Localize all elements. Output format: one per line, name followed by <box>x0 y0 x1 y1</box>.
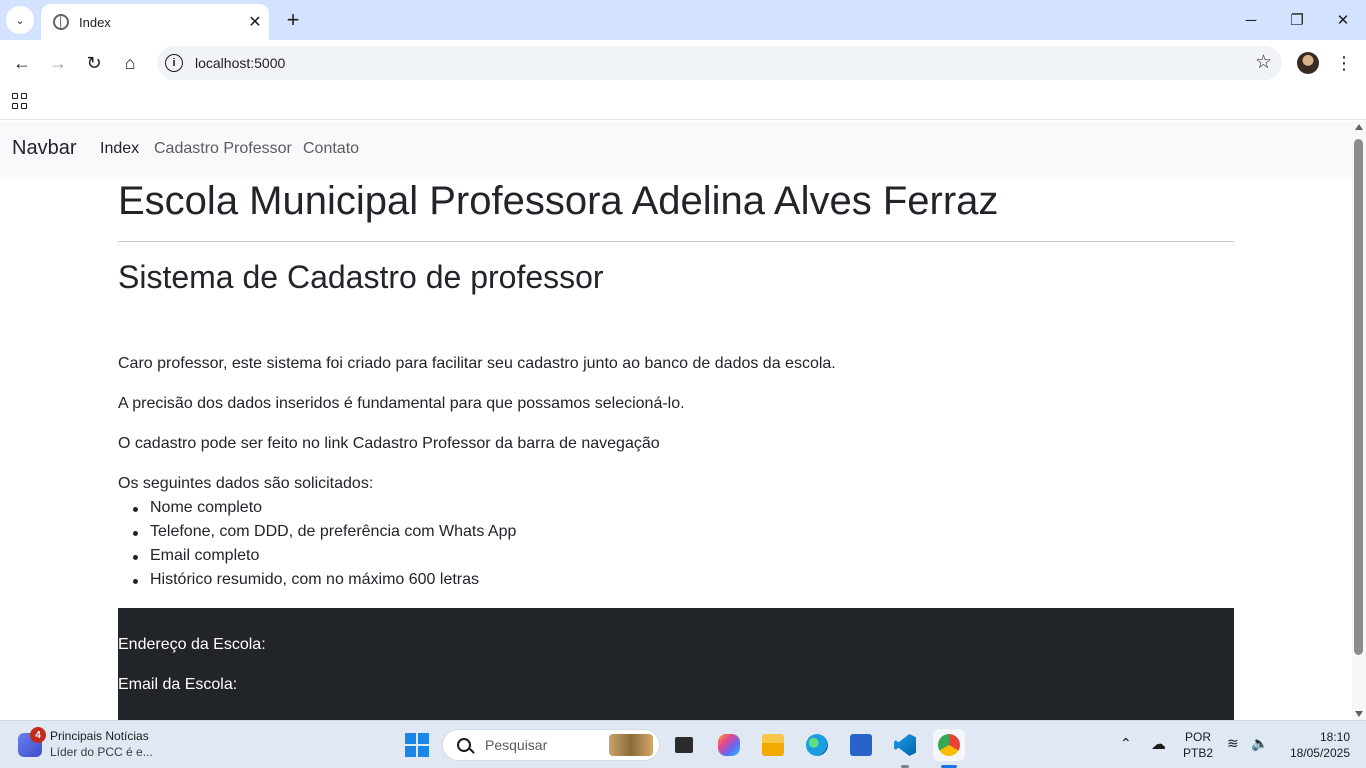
bookmark-star-icon[interactable]: ☆ <box>1255 51 1272 74</box>
tab-strip: ⌄ Index ✕ + ─ ❐ ✕ <box>0 0 1366 40</box>
page-scrollbar[interactable] <box>1352 121 1366 720</box>
site-info-icon[interactable]: i <box>165 54 183 72</box>
copilot-icon <box>718 734 740 756</box>
news-count-badge: 4 <box>30 727 46 743</box>
volume-icon[interactable]: 🔈 <box>1251 735 1268 752</box>
page-viewport: Navbar Index Cadastro Professor Contato … <box>0 121 1352 720</box>
language-indicator-line2[interactable]: PTB2 <box>1180 746 1216 760</box>
clock-time[interactable]: 18:10 <box>1280 730 1350 744</box>
search-highlight-image <box>609 734 653 756</box>
navbar-brand[interactable]: Navbar <box>12 137 76 160</box>
footer-email-label: Email da Escola: <box>118 676 238 693</box>
arrow-left-icon: ← <box>13 52 31 73</box>
search-icon <box>457 738 471 752</box>
taskbar: 4 Principais Notícias Líder do PCC é e..… <box>0 720 1366 768</box>
store-app[interactable] <box>845 729 877 761</box>
minimize-icon: ─ <box>1245 11 1257 29</box>
folder-icon <box>762 734 784 756</box>
language-indicator-line1[interactable]: POR <box>1180 730 1216 744</box>
page-subtitle: Sistema de Cadastro de professor <box>118 259 604 295</box>
browser-menu-button[interactable]: ⋮ <box>1333 50 1355 76</box>
nav-link-index[interactable]: Index <box>100 140 139 158</box>
scroll-up-arrow[interactable] <box>1355 124 1363 130</box>
news-widget-title[interactable]: Principais Notícias <box>50 729 149 743</box>
wifi-icon[interactable]: ≋ <box>1227 735 1239 752</box>
browser-toolbar: ← → ↻ ⌂ i localhost:5000 ☆ <box>0 40 1366 86</box>
intro-paragraph: Caro professor, este sistema foi criado … <box>118 355 836 372</box>
vscode-icon <box>894 734 916 756</box>
scroll-thumb[interactable] <box>1354 139 1363 655</box>
tab-close-button[interactable]: ✕ <box>243 10 267 34</box>
file-explorer-app[interactable] <box>757 729 789 761</box>
close-icon: ✕ <box>1336 12 1350 29</box>
chevron-up-icon[interactable]: ⌃ <box>1120 735 1132 752</box>
reload-icon: ↻ <box>86 52 102 73</box>
tab-search-button[interactable]: ⌄ <box>6 6 34 34</box>
news-widget-subtitle[interactable]: Líder do PCC é e... <box>50 745 153 759</box>
clock-date[interactable]: 18/05/2025 <box>1280 746 1350 760</box>
restore-button[interactable]: ❐ <box>1274 0 1320 40</box>
more-vertical-icon: ⋮ <box>1335 52 1353 73</box>
task-view-icon <box>675 737 693 753</box>
list-item: Email completo <box>132 547 260 564</box>
cloud-sync-icon[interactable]: ☁ <box>1151 735 1166 753</box>
nav-link-contato[interactable]: Contato <box>303 140 359 158</box>
taskbar-search[interactable]: Pesquisar <box>442 729 660 761</box>
profile-avatar[interactable] <box>1297 52 1319 74</box>
page-title: Escola Municipal Professora Adelina Alve… <box>118 179 999 223</box>
restore-icon: ❐ <box>1290 12 1304 29</box>
accuracy-paragraph: A precisão dos dados inseridos é fundame… <box>118 395 685 412</box>
search-placeholder: Pesquisar <box>485 737 548 753</box>
start-button[interactable] <box>405 733 429 757</box>
home-button[interactable]: ⌂ <box>114 47 146 79</box>
address-bar[interactable]: i localhost:5000 ☆ <box>157 46 1282 80</box>
forward-button[interactable]: → <box>42 47 74 79</box>
tab-index[interactable]: Index ✕ <box>41 4 269 40</box>
home-icon: ⌂ <box>124 52 136 73</box>
edge-app[interactable] <box>801 729 833 761</box>
tab-title: Index <box>79 14 111 30</box>
list-item: Nome completo <box>132 499 263 516</box>
minimize-button[interactable]: ─ <box>1228 0 1274 40</box>
apps-grid-icon[interactable] <box>12 93 28 109</box>
vscode-app[interactable] <box>889 729 921 761</box>
close-window-button[interactable]: ✕ <box>1320 0 1366 40</box>
scroll-down-arrow[interactable] <box>1355 711 1363 717</box>
edge-icon <box>806 734 828 756</box>
chrome-app[interactable] <box>933 729 965 761</box>
new-tab-button[interactable]: + <box>279 6 307 34</box>
store-icon <box>850 734 872 756</box>
globe-icon <box>53 14 69 30</box>
site-navbar: Navbar Index Cadastro Professor Contato <box>0 121 1352 177</box>
url-text[interactable]: localhost:5000 <box>195 55 285 71</box>
copilot-app[interactable] <box>713 729 745 761</box>
requested-data-paragraph: Os seguintes dados são solicitados: <box>118 475 374 492</box>
divider <box>118 241 1234 242</box>
list-item: Telefone, com DDD, de preferência com Wh… <box>132 523 517 540</box>
footer-address-label: Endereço da Escola: <box>118 636 266 653</box>
list-item: Histórico resumido, com no máximo 600 le… <box>132 571 480 588</box>
chevron-down-icon: ⌄ <box>15 14 25 27</box>
arrow-right-icon: → <box>49 52 67 73</box>
nav-link-cadastro-professor[interactable]: Cadastro Professor <box>154 140 292 158</box>
page-footer: Endereço da Escola: Email da Escola: <box>118 608 1234 720</box>
registration-paragraph: O cadastro pode ser feito no link Cadast… <box>118 435 660 452</box>
reload-button[interactable]: ↻ <box>78 47 110 79</box>
back-button[interactable]: ← <box>6 47 38 79</box>
bookmarks-bar <box>0 86 1366 120</box>
chrome-icon <box>938 734 960 756</box>
task-view-button[interactable] <box>668 729 700 761</box>
